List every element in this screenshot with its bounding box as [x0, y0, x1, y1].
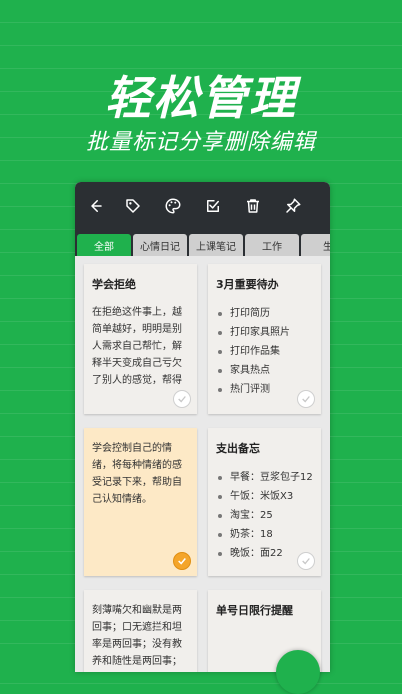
note-body: 学会控制自己的情绪，将每种情绪的感受记录下来，帮助自己认知情绪。: [92, 443, 182, 505]
note-title: 3月重要待办: [216, 278, 279, 291]
headline: 轻松管理: [105, 71, 297, 125]
note-card[interactable]: 刻薄嘴欠和幽默是两回事；口无遮拦和坦率是两回事；没有教养和随性是两回事；轻重不分: [84, 590, 197, 672]
select-check[interactable]: [297, 390, 315, 408]
pin-icon: [286, 198, 301, 213]
list-item: 打印简历: [216, 304, 313, 323]
back-arrow-icon: [91, 200, 102, 212]
tab-work[interactable]: 工作: [245, 234, 299, 256]
category-tabs: 全部 心情日记 上课笔记 工作 生: [75, 230, 330, 256]
tab-mood-diary[interactable]: 心情日记: [133, 234, 187, 256]
note-card[interactable]: 学会拒绝 在拒绝这件事上，越简单越好，明明是别人需求自己帮忙，解释半天变成自己亏…: [84, 264, 197, 414]
back-button[interactable]: [75, 182, 115, 230]
note-card[interactable]: 支出备忘 早餐：豆浆包子12 午饭：米饭X3 淘宝：25 奶茶：18 晚饭：面2…: [208, 428, 321, 576]
toolbar: [75, 182, 330, 230]
todo-list: 打印简历 打印家具照片 打印作品集 家具热点 热门评测: [216, 304, 313, 399]
trash-icon: [247, 199, 259, 213]
list-item: 淘宝：25: [216, 506, 313, 525]
list-item: 早餐：豆浆包子12: [216, 468, 313, 487]
select-check[interactable]: [173, 552, 191, 570]
subheadline: 批量标记分享删除编辑: [85, 130, 316, 155]
notes-grid: 学会拒绝 在拒绝这件事上，越简单越好，明明是别人需求自己帮忙，解释半天变成自己亏…: [75, 256, 330, 672]
note-body: 刻薄嘴欠和幽默是两回事；口无遮拦和坦率是两回事；没有教养和随性是两回事；轻重不分: [92, 605, 182, 667]
tab-life[interactable]: 生: [301, 234, 330, 256]
checkmark-icon: [178, 558, 186, 565]
note-card-selected[interactable]: 学会控制自己的情绪，将每种情绪的感受记录下来，帮助自己认知情绪。: [84, 428, 197, 576]
list-item: 家具热点: [216, 361, 313, 380]
expense-list: 早餐：豆浆包子12 午饭：米饭X3 淘宝：25 奶茶：18 晚饭：面22: [216, 468, 313, 563]
tag-button[interactable]: [113, 182, 153, 230]
checkmark-icon: [178, 396, 186, 403]
select-check[interactable]: [173, 390, 191, 408]
phone-screen: 全部 心情日记 上课笔记 工作 生 学会拒绝 在拒绝这件事上，越简单越好，明明是…: [75, 182, 330, 672]
select-check[interactable]: [297, 552, 315, 570]
check-button[interactable]: [193, 182, 233, 230]
list-item: 奶茶：18: [216, 525, 313, 544]
color-button[interactable]: [153, 182, 193, 230]
list-item: 打印作品集: [216, 342, 313, 361]
note-title: 支出备忘: [216, 442, 260, 455]
checkmark-icon: [302, 396, 310, 403]
list-item: 午饭：米饭X3: [216, 487, 313, 506]
tab-class-notes[interactable]: 上课笔记: [189, 234, 243, 256]
checkmark-icon: [302, 558, 310, 565]
palette-icon: [165, 198, 181, 214]
delete-button[interactable]: [233, 182, 273, 230]
add-note-button[interactable]: [276, 650, 320, 694]
pin-button[interactable]: [273, 182, 313, 230]
note-card[interactable]: 3月重要待办 打印简历 打印家具照片 打印作品集 家具热点 热门评测: [208, 264, 321, 414]
note-title: 学会拒绝: [92, 278, 136, 291]
tab-all[interactable]: 全部: [77, 234, 131, 256]
checkbox-icon: [207, 200, 219, 212]
note-title: 单号日限行提醒: [216, 604, 293, 617]
list-item: 打印家具照片: [216, 323, 313, 342]
tag-icon: [126, 199, 140, 213]
note-body: 在拒绝这件事上，越简单越好，明明是别人需求自己帮忙，解释半天变成自己亏欠了别人的…: [92, 307, 182, 386]
